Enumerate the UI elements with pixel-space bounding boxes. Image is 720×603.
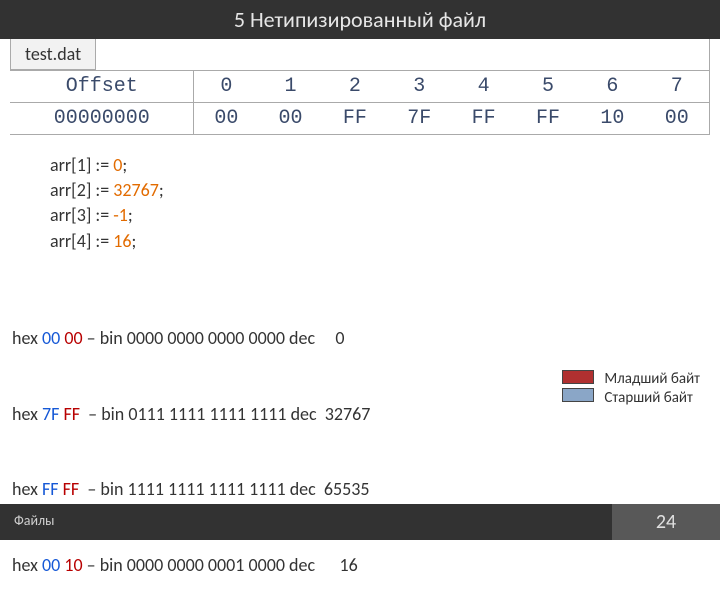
byte-4: FF: [451, 103, 515, 135]
code-line-4: arr[4] := 16;: [50, 229, 720, 254]
byte-6: 10: [580, 103, 644, 135]
byte-3: 7F: [387, 103, 451, 135]
hex-line-4: hex 00 10 – bin 0000 0000 0001 0000 dec …: [12, 553, 720, 578]
byte-0: 00: [194, 103, 258, 135]
byte-7: 00: [645, 103, 709, 135]
legend-swatch-high: [562, 388, 594, 402]
col-3: 3: [387, 71, 451, 103]
byte-5: FF: [516, 103, 580, 135]
hex-line-3: hex FF FF – bin 1111 1111 1111 1111 dec …: [12, 477, 720, 502]
legend-high-label: Старший байт: [604, 389, 700, 408]
col-5: 5: [516, 71, 580, 103]
legend-swatch-low: [562, 370, 594, 384]
byte-2: FF: [323, 103, 387, 135]
hex-data-row: 00000000 00 00 FF 7F FF FF 10 00: [10, 103, 709, 135]
code-line-2: arr[2] := 32767;: [50, 178, 720, 203]
code-line-1: arr[1] := 0;: [50, 153, 720, 178]
slide-title: 5 Нетипизированный файл: [0, 0, 720, 39]
hex-explain: hex 00 00 – bin 0000 0000 0000 0000 dec …: [12, 276, 720, 603]
col-7: 7: [645, 71, 709, 103]
page-number: 24: [612, 504, 720, 540]
code-line-3: arr[3] := -1;: [50, 203, 720, 228]
byte-1: 00: [258, 103, 322, 135]
footer: Файлы 24: [0, 504, 720, 540]
file-tab: test.dat: [10, 39, 96, 70]
code-block: arr[1] := 0; arr[2] := 32767; arr[3] := …: [50, 153, 720, 254]
col-2: 2: [323, 71, 387, 103]
offset-header: Offset: [10, 71, 194, 103]
col-0: 0: [194, 71, 258, 103]
row-offset: 00000000: [10, 103, 194, 135]
byte-legend: Младший байт Старший байт: [562, 370, 700, 408]
hex-header-row: Offset 0 1 2 3 4 5 6 7: [10, 71, 709, 103]
hex-viewer: test.dat Offset 0 1 2 3 4 5 6 7 00000000…: [10, 39, 710, 135]
hex-table: Offset 0 1 2 3 4 5 6 7 00000000 00 00 FF…: [10, 70, 709, 135]
col-6: 6: [580, 71, 644, 103]
legend-low-label: Младший байт: [604, 370, 700, 389]
col-1: 1: [258, 71, 322, 103]
hex-line-1: hex 00 00 – bin 0000 0000 0000 0000 dec …: [12, 326, 720, 351]
col-4: 4: [451, 71, 515, 103]
footer-title: Файлы: [0, 504, 612, 540]
